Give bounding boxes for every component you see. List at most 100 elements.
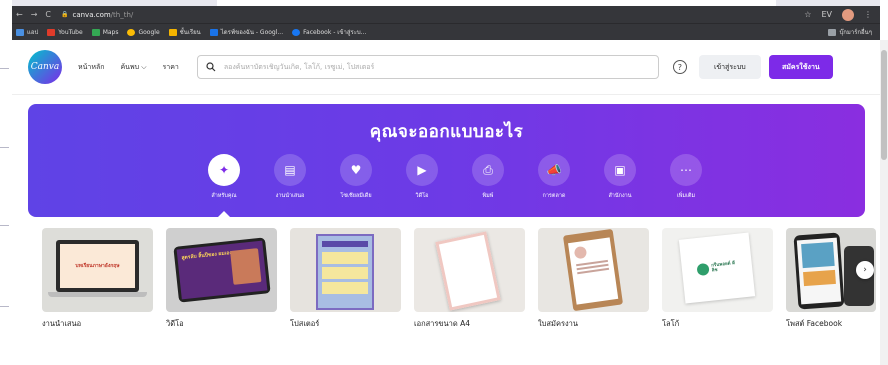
category-marketing[interactable]: 📣 การตลาด: [532, 154, 576, 200]
template-thumbnail: บทเรียนภาษาอังกฤษ: [42, 228, 153, 312]
category-label: วิดีโอ: [415, 193, 429, 199]
forward-icon[interactable]: →: [31, 10, 38, 19]
search-input[interactable]: ลองค้นหาบัตรเชิญวันเกิด, โลโก้, เรซูเม่,…: [196, 55, 659, 79]
profile-avatar[interactable]: [842, 8, 854, 21]
template-label: โพสต์ Facebook: [786, 319, 843, 328]
screenshot-frame: ← → C 🔒 canva.com/th_th/ ☆ EV ⋮ แอป YouT…: [0, 0, 888, 365]
apps-icon: [16, 28, 24, 36]
other-bookmarks-label: บุ๊กมาร์กอื่นๆ: [839, 29, 872, 36]
facebook-icon: [292, 28, 301, 36]
back-icon[interactable]: ←: [16, 10, 23, 19]
category-label: สำหรับคุณ: [211, 193, 237, 199]
template-card-presentation[interactable]: บทเรียนภาษาอังกฤษ งานนำเสนอ: [42, 228, 153, 330]
bookmark-label: แอป: [27, 29, 39, 36]
url-path: /th_th/: [110, 10, 134, 19]
bookmark-apps[interactable]: แอป: [16, 27, 38, 37]
nav-pricing[interactable]: ราคา: [163, 62, 179, 73]
template-label: เอกสารขนาด A4: [414, 319, 471, 328]
category-list: ✦ สำหรับคุณ ▤ งานนำเสนอ ♥ โซเชียลมีเดีย …: [202, 154, 708, 200]
resume-photo: [573, 245, 588, 260]
template-card-facebook-post[interactable]: โพสต์ Facebook: [786, 228, 876, 330]
bookmark-youtube[interactable]: YouTube: [47, 28, 83, 36]
url-field[interactable]: 🔒 canva.com/th_th/: [61, 11, 133, 19]
category-office[interactable]: ▣ สำนักงาน: [598, 154, 642, 200]
video-icon: ▶: [406, 154, 438, 186]
slide-title: บทเรียนภาษาอังกฤษ: [60, 244, 135, 288]
category-presentations[interactable]: ▤ งานนำเสนอ: [268, 154, 312, 200]
category-for-you[interactable]: ✦ สำหรับคุณ: [202, 154, 246, 200]
sparkle-icon: ✦: [208, 154, 240, 186]
classroom-icon: [168, 28, 177, 36]
bookmark-star-icon[interactable]: ☆: [804, 10, 811, 19]
login-button[interactable]: เข้าสู่ระบบ: [698, 55, 761, 79]
edge-tick: [0, 306, 9, 307]
template-thumbnail: [290, 228, 401, 312]
poster-block: [322, 267, 368, 279]
more-dots-icon: ⋯: [670, 154, 702, 186]
bookmark-drive[interactable]: ไดรฟ์ของฉัน - Googl...: [209, 27, 283, 37]
help-icon[interactable]: ?: [672, 60, 687, 74]
reload-icon[interactable]: C: [45, 10, 51, 19]
other-bookmarks[interactable]: บุ๊กมาร์กอื่นๆ: [828, 27, 880, 37]
template-thumbnail: สูตรลับ สิ้นปีของ ผมเอง: [166, 228, 277, 312]
browser-address-bar: ← → C 🔒 canva.com/th_th/ ☆ EV ⋮: [12, 6, 880, 23]
template-label: วิดีโอ: [166, 319, 184, 328]
scrollbar-thumb[interactable]: [881, 50, 887, 160]
template-carousel: บทเรียนภาษาอังกฤษ งานนำเสนอ สูตรลับ สิ้น…: [42, 228, 876, 330]
category-label: งานนำเสนอ: [275, 193, 305, 199]
bookmark-label: Maps: [102, 28, 119, 36]
signup-button[interactable]: สมัครใช้งาน: [768, 55, 833, 79]
lock-icon: 🔒: [61, 11, 69, 18]
active-category-indicator: [218, 211, 230, 217]
menu-icon[interactable]: ⋮: [864, 10, 872, 19]
bookmark-label: ชั้นเรียน: [179, 29, 201, 36]
template-thumbnail: กรีนพอยต์ ดีลิช: [662, 228, 773, 312]
page-scrollbar[interactable]: [880, 40, 888, 365]
bookmark-label: YouTube: [58, 28, 83, 36]
bookmark-label: Facebook - เข้าสู่ระบ...: [303, 29, 367, 36]
design-hero-banner: คุณจะออกแบบอะไร ✦ สำหรับคุณ ▤ งานนำเสนอ …: [28, 104, 865, 217]
hero-title: คุณจะออกแบบอะไร: [369, 122, 524, 142]
logo-paper: กรีนพอยต์ ดีลิช: [678, 232, 756, 304]
laptop-screen: บทเรียนภาษาอังกฤษ: [56, 240, 139, 292]
template-card-poster[interactable]: โปสเตอร์: [290, 228, 401, 330]
bookmark-classroom[interactable]: ชั้นเรียน: [168, 27, 201, 37]
resume-page: [568, 237, 619, 305]
bookmark-google[interactable]: Google: [127, 28, 160, 36]
bookmark-label: Google: [138, 28, 160, 36]
nav-discover[interactable]: ค้นพบ ⌵: [120, 62, 146, 73]
template-card-a4[interactable]: เอกสารขนาด A4: [414, 228, 525, 330]
category-more[interactable]: ⋯ เพิ่มเติม: [664, 154, 708, 200]
search-icon: [206, 62, 216, 72]
template-label: งานนำเสนอ: [42, 319, 82, 328]
template-card-resume[interactable]: ใบสมัครงาน: [538, 228, 649, 330]
post-image: [803, 269, 836, 287]
a4-sheet: [435, 231, 501, 311]
search-placeholder: ลองค้นหาบัตรเชิญวันเกิด, โลโก้, เรซูเม่,…: [223, 62, 375, 71]
left-edge-shadow: [0, 0, 10, 365]
heart-icon: ♥: [340, 154, 372, 186]
template-label: โปสเตอร์: [290, 319, 320, 328]
carousel-next-button[interactable]: ›: [856, 261, 874, 279]
category-label: การตลาด: [542, 193, 566, 199]
poster-heading: [322, 241, 368, 247]
logo-text: กรีนพอยต์ ดีลิช: [711, 261, 736, 274]
youtube-icon: [47, 28, 56, 36]
category-label: พิมพ์: [482, 193, 494, 199]
canva-logo[interactable]: Canva: [28, 50, 62, 84]
clipboard: [562, 228, 624, 312]
extension-icon[interactable]: EV: [821, 10, 832, 19]
phone-screen: [796, 237, 842, 305]
bookmark-facebook[interactable]: Facebook - เข้าสู่ระบ...: [292, 27, 366, 37]
bookmark-maps[interactable]: Maps: [91, 28, 119, 36]
browser-actions: ☆ EV ⋮: [804, 8, 880, 21]
category-print[interactable]: ⎙ พิมพ์: [466, 154, 510, 200]
poster-block: [322, 252, 368, 264]
template-card-logo[interactable]: กรีนพอยต์ ดีลิช โลโก้: [662, 228, 773, 330]
nav-home[interactable]: หน้าหลัก: [78, 62, 104, 73]
template-card-video[interactable]: สูตรลับ สิ้นปีของ ผมเอง วิดีโอ: [166, 228, 277, 330]
phone: [793, 232, 845, 310]
category-social-media[interactable]: ♥ โซเชียลมีเดีย: [334, 154, 378, 200]
category-video[interactable]: ▶ วิดีโอ: [400, 154, 444, 200]
folder-icon: [828, 28, 837, 36]
